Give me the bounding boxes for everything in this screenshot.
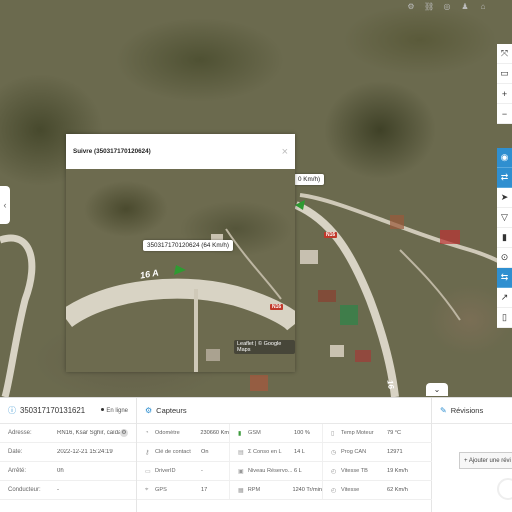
shuffle-icon: ⇄ xyxy=(500,172,509,182)
chevron-down-icon: ⌄ xyxy=(433,385,441,394)
key-icon: ⚷ xyxy=(145,449,150,456)
scroll-down-tab[interactable]: ⌄ xyxy=(426,383,448,396)
rpm-icon: ▦ xyxy=(238,487,244,494)
gps-icon: ⌖ xyxy=(145,486,149,493)
share-button[interactable]: ⇆ xyxy=(497,268,512,288)
vehicle-info: ⓘ 350317170131621 En ligne Adresse: RN16… xyxy=(0,398,137,512)
info-row: Arrêté: 0h xyxy=(0,462,136,481)
shuffle-button[interactable]: ⇄ xyxy=(497,168,512,188)
navigate-button[interactable]: ➤ xyxy=(497,188,512,208)
vehicle-marker-icon[interactable] xyxy=(295,200,305,210)
signal-icon: ▮ xyxy=(238,430,242,437)
top-bar: ⚙ ⛓ ◎ ♟ ⌂ xyxy=(406,0,512,13)
vehicle-id: 350317170131621 xyxy=(20,406,86,415)
stopped-value: 0h xyxy=(57,468,64,474)
share-icon: ⇆ xyxy=(500,272,509,282)
battery-icon: ▯ xyxy=(502,312,507,322)
sensor-row: ◔ Odomètre 230660 Km ▮ GSM 100 % ▯ Temp Moteu… xyxy=(137,424,432,443)
sensor-row: ▭ DriverID - ▣ Niveau Réservo... 6 L ◴ Vitess… xyxy=(137,462,432,481)
add-revision-button[interactable]: + Ajouter une révi xyxy=(459,452,512,469)
road-shield: N16 xyxy=(270,304,284,310)
zoom-in-icon: + xyxy=(501,88,508,99)
book-button[interactable]: ▭ xyxy=(497,64,512,84)
vehicle-tooltip: 350317170120624 (64 Km/h) xyxy=(143,240,233,251)
route-label: 16 xyxy=(385,379,396,390)
id-icon: ▭ xyxy=(145,468,151,475)
zoom-in-button[interactable]: + xyxy=(497,84,512,104)
popup-map[interactable]: 350317170120624 (64 Km/h) 16 A N16 Leafl… xyxy=(66,169,295,372)
info-row: Conducteur: - xyxy=(0,481,136,500)
zoom-out-button[interactable]: − xyxy=(497,104,512,124)
sensor-row: ⚷ Clé de contact On ▤ Σ Conso en L 14 L ◷ Pro… xyxy=(137,443,432,462)
info-row: Date: 2022-12-21 15:24:19 xyxy=(0,443,136,462)
thermometer-icon: ▯ xyxy=(331,430,335,437)
status-badge: En ligne xyxy=(101,408,128,414)
map-attribution[interactable]: Leaflet | © Google Maps xyxy=(234,340,295,354)
fullscreen-icon: ⤧ xyxy=(500,48,509,58)
road-button[interactable]: ▮ xyxy=(497,228,512,248)
chevron-left-icon: ‹ xyxy=(3,200,7,210)
filter-icon: ▽ xyxy=(501,212,508,222)
link-icon[interactable]: ⛓ xyxy=(424,2,434,12)
driver-value: - xyxy=(57,487,59,493)
vehicle-marker-icon[interactable] xyxy=(174,265,186,275)
fullscreen-button[interactable]: ⤧ xyxy=(497,44,512,64)
speedometer-icon: ◔ xyxy=(145,430,149,436)
address-value: RN16, Ksar Sghir, caïda... xyxy=(57,430,120,436)
gear-icon[interactable]: ⚙ xyxy=(120,429,128,437)
sensor-icon: ⚙ xyxy=(145,406,153,415)
vehicle-tooltip-partial: 0 Km/h) xyxy=(294,174,325,185)
direction-icon: ↗ xyxy=(500,292,509,302)
battery-button[interactable]: ▯ xyxy=(497,308,512,328)
popup-title: Suivre (350317170120624) xyxy=(73,148,151,155)
map-toolbar-tools: ◉ ⇄ ➤ ▽ ▮ ⊙ ⇆ ↗ ▯ xyxy=(497,148,512,328)
revisions-title: Révisions xyxy=(450,406,484,415)
road-shield: N16 xyxy=(324,232,338,238)
direction-button[interactable]: ↗ xyxy=(497,288,512,308)
speed-icon: ◴ xyxy=(331,487,337,494)
date-value: 2022-12-21 15:24:19 xyxy=(57,449,113,455)
watermark-icon xyxy=(497,478,512,500)
sensors-panel: ⚙ Capteurs ◔ Odomètre 230660 Km ▮ GSM 100 % … xyxy=(137,398,432,512)
user-icon[interactable]: ♟ xyxy=(460,2,470,12)
zoom-out-icon: − xyxy=(501,108,508,119)
navigate-icon: ➤ xyxy=(500,192,509,202)
collapse-left-tab[interactable]: ‹ xyxy=(0,186,10,224)
pin-button[interactable]: ⊙ xyxy=(497,248,512,268)
lock-icon[interactable]: ⌂ xyxy=(478,2,488,12)
speed-icon: ◴ xyxy=(331,468,337,475)
target-icon[interactable]: ◎ xyxy=(442,2,452,12)
close-icon[interactable]: × xyxy=(282,146,288,158)
wrench-icon: ✎ xyxy=(440,406,447,415)
info-icon: ⓘ xyxy=(8,406,16,415)
gauge-icon: ◷ xyxy=(331,449,337,456)
pin-icon: ⊙ xyxy=(500,252,509,262)
target-button[interactable]: ◉ xyxy=(497,148,512,168)
follow-popup: Suivre (350317170120624) × 3503171701206… xyxy=(66,134,295,372)
target-icon: ◉ xyxy=(500,152,509,162)
settings-icon[interactable]: ⚙ xyxy=(406,2,416,12)
filter-button[interactable]: ▽ xyxy=(497,208,512,228)
tank-icon: ▣ xyxy=(238,468,244,475)
details-panel: ⓘ 350317170131621 En ligne Adresse: RN16… xyxy=(0,397,512,512)
book-icon: ▭ xyxy=(500,68,509,78)
fuel-icon: ▤ xyxy=(238,449,244,456)
map-toolbar-top: ⤧ ▭ + − xyxy=(497,44,512,124)
sensor-row: ⌖ GPS 17 ▦ RPM 1240 Tr/min ◴ Vitesse 62 Km/h xyxy=(137,481,432,500)
info-row: Adresse: RN16, Ksar Sghir, caïda... ⚙ xyxy=(0,424,136,443)
sensors-title: Capteurs xyxy=(156,406,187,415)
road-icon: ▮ xyxy=(502,232,507,242)
flag-icon[interactable] xyxy=(496,2,506,12)
